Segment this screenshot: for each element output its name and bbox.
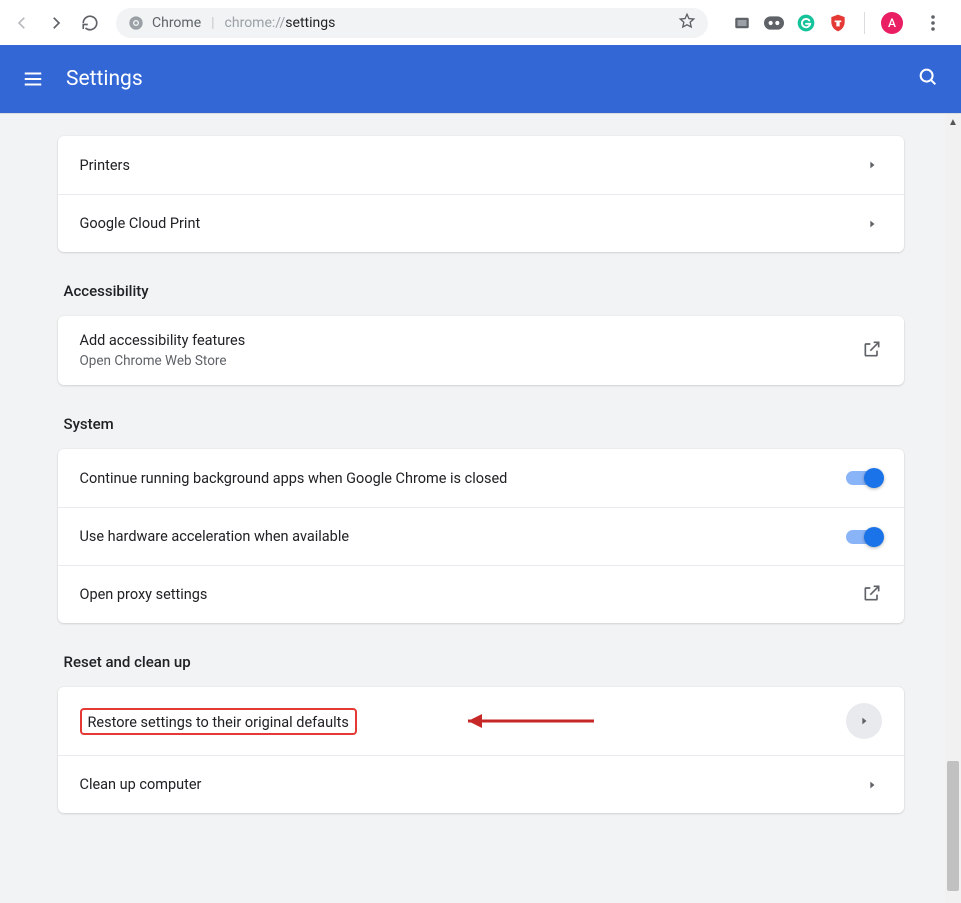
extension-icon-grammarly[interactable] (796, 13, 816, 33)
row-label: Clean up computer (80, 776, 862, 793)
chrome-icon (128, 15, 144, 31)
row-label: Printers (80, 157, 862, 174)
omnibox-url: chrome://settings (225, 15, 336, 31)
bookmark-star-icon[interactable] (678, 12, 696, 34)
back-button[interactable] (8, 9, 36, 37)
search-icon[interactable] (917, 66, 939, 92)
section-title-system: System (64, 415, 904, 433)
omnibox-origin-label: Chrome (152, 15, 201, 31)
forward-button[interactable] (42, 9, 70, 37)
section-printing: Printers Google Cloud Print (58, 136, 904, 252)
row-hardware-acceleration[interactable]: Use hardware acceleration when available (58, 507, 904, 565)
menu-icon[interactable] (22, 68, 44, 90)
row-label: Add accessibility features (80, 332, 862, 349)
section-accessibility: Accessibility Add accessibility features… (58, 282, 904, 385)
row-google-cloud-print[interactable]: Google Cloud Print (58, 194, 904, 252)
row-label: Google Cloud Print (80, 215, 862, 232)
annotation-arrow-icon (454, 711, 594, 731)
scrollbar-thumb[interactable] (947, 761, 959, 891)
section-title-reset: Reset and clean up (64, 653, 904, 671)
toggle-background-apps[interactable] (846, 471, 882, 485)
reload-button[interactable] (76, 9, 104, 37)
section-title-accessibility: Accessibility (64, 282, 904, 300)
chevron-right-icon[interactable] (846, 703, 882, 739)
extension-icons: A (720, 12, 953, 34)
page-title: Settings (66, 67, 143, 91)
section-reset: Reset and clean up Restore settings to t… (58, 653, 904, 813)
profile-avatar[interactable]: A (881, 12, 903, 34)
browser-menu-button[interactable] (921, 15, 945, 31)
settings-header: Settings (0, 45, 961, 113)
row-label: Open proxy settings (80, 586, 862, 603)
omnibox-divider: | (211, 15, 214, 31)
toolbar-divider (864, 12, 865, 34)
scrollbar-track[interactable]: ▲ (945, 114, 961, 903)
row-clean-up-computer[interactable]: Clean up computer (58, 755, 904, 813)
toggle-hardware-acceleration[interactable] (846, 530, 882, 544)
section-system: System Continue running background apps … (58, 415, 904, 623)
external-link-icon (862, 339, 882, 363)
row-printers[interactable]: Printers (58, 136, 904, 194)
extension-icon-2[interactable] (764, 13, 784, 33)
chevron-right-icon (862, 219, 882, 229)
row-label: Restore settings to their original defau… (88, 714, 349, 731)
row-sublabel: Open Chrome Web Store (80, 353, 862, 369)
row-restore-defaults[interactable]: Restore settings to their original defau… (58, 687, 904, 755)
row-label: Continue running background apps when Go… (80, 470, 846, 487)
row-label: Use hardware acceleration when available (80, 528, 846, 545)
external-link-icon (862, 583, 882, 607)
row-proxy-settings[interactable]: Open proxy settings (58, 565, 904, 623)
extension-icon-ublock[interactable] (828, 13, 848, 33)
annotation-highlight-box: Restore settings to their original defau… (80, 708, 357, 735)
chevron-right-icon (862, 780, 882, 790)
omnibox[interactable]: Chrome | chrome://settings (116, 8, 708, 38)
browser-toolbar: Chrome | chrome://settings A (0, 0, 961, 45)
chevron-right-icon (862, 160, 882, 170)
scroll-up-arrow-icon[interactable]: ▲ (945, 114, 961, 130)
row-background-apps[interactable]: Continue running background apps when Go… (58, 449, 904, 507)
extension-icon-1[interactable] (732, 13, 752, 33)
content-area: ▲ Printers Google Cloud Print (0, 113, 961, 903)
row-add-accessibility-features[interactable]: Add accessibility features Open Chrome W… (58, 316, 904, 385)
